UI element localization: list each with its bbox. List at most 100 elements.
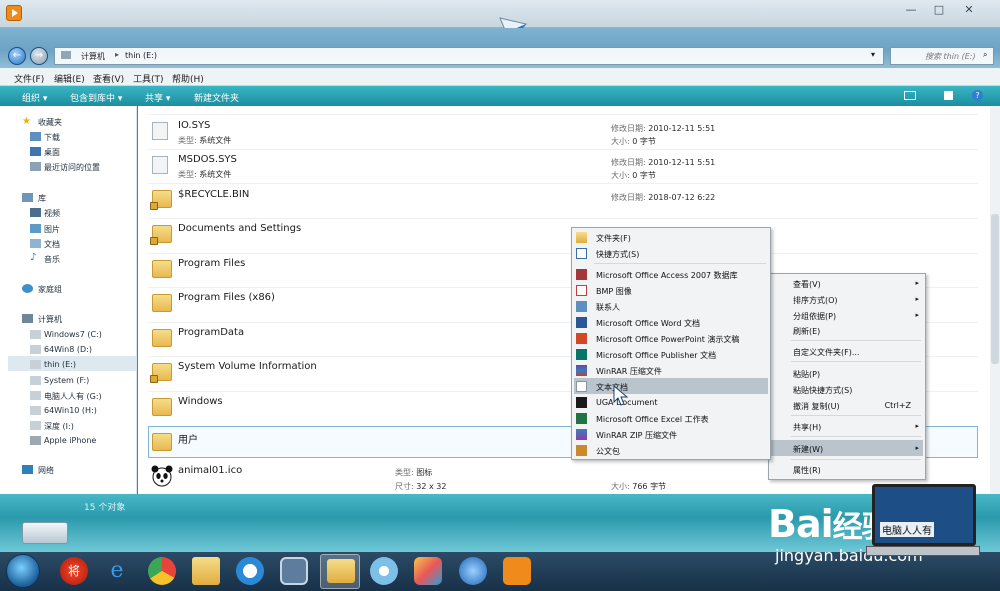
include-library-button[interactable]: 包含到库中 ▾ [70, 91, 122, 104]
drive-icon [30, 330, 41, 339]
close-button[interactable]: ✕ [956, 3, 982, 19]
new-bmp[interactable]: BMP 图像 [596, 286, 632, 297]
file-name[interactable]: Program Files [178, 258, 245, 269]
file-name[interactable]: animal01.ico [178, 465, 242, 476]
ctx-share[interactable]: 共享(H) [793, 422, 821, 433]
ctx-paste-shortcut[interactable]: 粘贴快捷方式(S) [793, 385, 852, 396]
view-options-icon[interactable] [904, 91, 916, 100]
nav-music[interactable]: 音乐 [44, 254, 60, 265]
browser-icon[interactable] [236, 557, 264, 585]
file-name[interactable]: $RECYCLE.BIN [178, 189, 249, 200]
ie-icon[interactable]: e [103, 557, 131, 585]
explorer-taskbar-active[interactable] [320, 554, 360, 589]
nav-videos[interactable]: 视频 [44, 208, 60, 219]
nav-drive-e[interactable]: thin (E:) [44, 360, 76, 369]
menu-tools[interactable]: 工具(T) [133, 72, 164, 85]
file-name[interactable]: MSDOS.SYS [178, 154, 237, 165]
nav-drive-h[interactable]: 64Win10 (H:) [44, 406, 97, 415]
settings-app-icon[interactable] [370, 557, 398, 585]
new-winrar[interactable]: WinRAR 压缩文件 [596, 366, 662, 377]
drive-icon [30, 360, 41, 369]
share-button[interactable]: 共享 ▾ [145, 91, 170, 104]
menu-file[interactable]: 文件(F) [14, 72, 44, 85]
nav-drive-d[interactable]: 64Win8 (D:) [44, 345, 92, 354]
nav-drive-i[interactable]: 深度 (I:) [44, 421, 74, 432]
file-name[interactable]: IO.SYS [178, 120, 210, 131]
scrollbar[interactable] [990, 106, 1000, 494]
search-input[interactable]: 搜索 thin (E:) ⌕ [890, 47, 994, 65]
file-name[interactable]: 用户 [178, 431, 198, 446]
address-dropdown-icon[interactable]: ▾ [871, 50, 875, 59]
menu-separator [791, 459, 921, 460]
nav-documents[interactable]: 文档 [44, 239, 60, 250]
jiang-app-icon[interactable]: 将 [60, 557, 88, 585]
nav-network[interactable]: 网络 [38, 465, 54, 476]
nav-pictures[interactable]: 图片 [44, 224, 60, 235]
ctx-view[interactable]: 查看(V) [793, 279, 821, 290]
nav-favorites[interactable]: 收藏夹 [38, 117, 62, 128]
nav-iphone[interactable]: Apple iPhone [44, 436, 96, 445]
ctx-new[interactable]: 新建(W) [793, 444, 823, 455]
menu-separator [791, 415, 921, 416]
file-name[interactable]: Program Files (x86) [178, 292, 275, 303]
nav-downloads[interactable]: 下载 [44, 132, 60, 143]
submenu-arrow-icon: ▸ [915, 422, 919, 430]
nav-desktop[interactable]: 桌面 [44, 147, 60, 158]
ctx-paste[interactable]: 粘贴(P) [793, 369, 820, 380]
paint-icon[interactable] [414, 557, 442, 585]
new-shortcut[interactable]: 快捷方式(S) [596, 249, 639, 260]
text-icon [576, 381, 587, 392]
nav-recent[interactable]: 最近访问的位置 [44, 162, 100, 173]
search-icon[interactable]: ⌕ [983, 50, 987, 60]
ctx-refresh[interactable]: 刷新(E) [793, 326, 820, 337]
breadcrumb-drive[interactable]: thin (E:) [125, 51, 157, 60]
organize-button[interactable]: 组织 ▾ [22, 91, 47, 104]
help-icon[interactable]: ? [972, 90, 983, 101]
nav-computer[interactable]: 计算机 [38, 314, 62, 325]
new-folder[interactable]: 文件夹(F) [596, 233, 631, 244]
lock-icon [150, 237, 158, 245]
file-name[interactable]: Windows [178, 396, 223, 407]
chrome-icon[interactable] [148, 557, 176, 585]
ctx-undo-copy[interactable]: 撤消 复制(U) [793, 401, 840, 412]
ctx-group[interactable]: 分组依据(P) [793, 311, 836, 322]
minimize-button[interactable]: — [898, 3, 924, 19]
powerpoint-icon [576, 333, 587, 344]
menu-help[interactable]: 帮助(H) [172, 72, 204, 85]
ctx-sort[interactable]: 排序方式(O) [793, 295, 838, 306]
nav-drive-f[interactable]: System (F:) [44, 376, 89, 385]
file-name[interactable]: Documents and Settings [178, 223, 301, 234]
address-input[interactable]: 计算机 ▸ thin (E:) ▾ [54, 47, 884, 65]
new-folder-button[interactable]: 新建文件夹 [194, 91, 239, 104]
remote-desktop-icon[interactable] [280, 557, 308, 585]
nav-homegroup[interactable]: 家庭组 [38, 284, 62, 295]
new-excel[interactable]: Microsoft Office Excel 工作表 [596, 414, 709, 425]
menu-edit[interactable]: 编辑(E) [54, 72, 85, 85]
nav-drive-c[interactable]: Windows7 (C:) [44, 330, 102, 339]
nav-library[interactable]: 库 [38, 193, 46, 204]
nav-drive-g[interactable]: 电脑人人有 (G:) [44, 391, 102, 402]
forward-button[interactable]: → [30, 47, 48, 65]
breadcrumb-computer[interactable]: 计算机 [81, 51, 105, 62]
file-name[interactable]: System Volume Information [178, 361, 317, 372]
new-access-db[interactable]: Microsoft Office Access 2007 数据库 [596, 270, 738, 281]
new-zip[interactable]: WinRAR ZIP 压缩文件 [596, 430, 677, 441]
file-name[interactable]: ProgramData [178, 327, 244, 338]
back-button[interactable]: ← [8, 47, 26, 65]
new-ppt[interactable]: Microsoft Office PowerPoint 演示文稿 [596, 334, 739, 345]
file-type: 类型: 系统文件 [178, 170, 232, 179]
new-contact[interactable]: 联系人 [596, 302, 620, 313]
ctx-properties[interactable]: 属性(R) [793, 465, 821, 476]
start-button[interactable] [6, 554, 40, 588]
ctx-customize[interactable]: 自定义文件夹(F)... [793, 347, 859, 358]
maximize-button[interactable]: □ [926, 3, 952, 19]
folder-taskbar-icon[interactable] [192, 557, 220, 585]
network-app-icon[interactable] [459, 557, 487, 585]
new-briefcase[interactable]: 公文包 [596, 446, 620, 457]
preview-pane-icon[interactable] [944, 91, 953, 100]
new-word-doc[interactable]: Microsoft Office Word 文档 [596, 318, 700, 329]
menu-view[interactable]: 查看(V) [93, 72, 124, 85]
folder-icon [152, 398, 172, 416]
new-publisher[interactable]: Microsoft Office Publisher 文档 [596, 350, 716, 361]
media-player-icon[interactable] [503, 557, 531, 585]
